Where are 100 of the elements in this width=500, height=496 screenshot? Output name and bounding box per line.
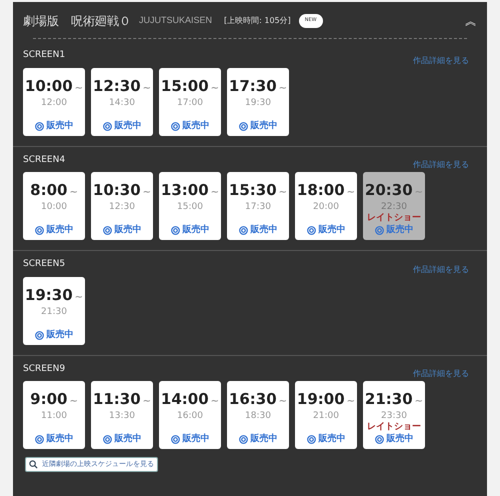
end-time: 18:30 — [245, 412, 271, 421]
tilde: ~ — [142, 397, 152, 407]
end-time: 21:00 — [313, 412, 339, 421]
status-label: 販売中 — [386, 435, 414, 444]
showtime-card[interactable]: 18:00~ 20:00 販売中 — [295, 172, 357, 240]
start-time: 13:00 — [160, 183, 209, 198]
start-time: 19:30 — [24, 288, 73, 302]
start-time: 14:00 — [160, 392, 209, 407]
tilde: ~ — [346, 397, 356, 407]
status-label: 販売中 — [250, 122, 278, 130]
end-time: 20:00 — [313, 203, 339, 212]
available-icon — [34, 226, 44, 235]
runtime: [上映時間: 105分] — [224, 15, 291, 27]
showtime-card[interactable]: 16:30~ 18:30 販売中 — [227, 381, 289, 449]
start-time: 17:30 — [228, 78, 277, 94]
end-time: 12:00 — [41, 98, 67, 108]
start-time: 12:30 — [92, 78, 141, 94]
start-time: 19:00 — [296, 392, 345, 407]
showtime-card[interactable]: 11:30~ 13:30 販売中 — [91, 381, 153, 449]
available-icon — [170, 435, 180, 444]
end-time: 14:30 — [109, 98, 135, 108]
status-label: 販売中 — [318, 226, 346, 235]
available-icon — [170, 122, 180, 130]
tilde: ~ — [74, 84, 84, 94]
available-icon — [238, 226, 248, 235]
status-label: 販売中 — [46, 226, 74, 235]
start-time: 16:30 — [228, 392, 277, 407]
end-time: 17:30 — [245, 203, 271, 212]
late-show-label: レイトショー — [367, 423, 421, 432]
start-time: 15:00 — [160, 78, 209, 94]
status-label: 販売中 — [182, 435, 210, 444]
available-icon — [34, 122, 44, 130]
showtime-card[interactable]: 8:00~ 10:00 販売中 — [23, 172, 85, 240]
end-time: 13:30 — [109, 412, 135, 421]
available-icon — [374, 435, 384, 444]
collapse-button[interactable]: ︽ — [465, 15, 477, 27]
start-time: 9:00 — [30, 392, 68, 407]
movie-title: 劇場版 呪術廻戦０ — [23, 13, 131, 30]
showtime-card[interactable]: 9:00~ 11:00 販売中 — [23, 381, 85, 449]
status-label: 販売中 — [182, 226, 210, 235]
tilde: ~ — [278, 188, 288, 198]
status-label: 販売中 — [386, 226, 414, 235]
end-time: 15:00 — [177, 203, 203, 212]
tilde: ~ — [142, 84, 152, 94]
available-icon — [306, 435, 316, 444]
start-time: 10:30 — [92, 183, 141, 198]
available-icon — [306, 226, 316, 235]
showtime-card[interactable]: 21:30~ 23:30 レイトショー 販売中 — [363, 381, 425, 449]
end-time: 17:00 — [177, 98, 203, 108]
screen-name: SCREEN5 — [23, 258, 66, 271]
start-time: 15:30 — [228, 183, 277, 198]
showtime-card[interactable]: 17:30~ 19:30 販売中 — [227, 68, 289, 136]
available-icon — [34, 435, 44, 444]
available-icon — [102, 122, 112, 130]
tilde: ~ — [210, 397, 220, 407]
screen-name: SCREEN1 — [23, 49, 66, 62]
showtime-card[interactable]: 20:30~ 22:30 レイトショー 販売中 — [363, 172, 425, 240]
search-icon — [29, 460, 38, 469]
tilde: ~ — [414, 188, 424, 198]
available-icon — [102, 435, 112, 444]
end-time: 22:30 — [381, 203, 407, 212]
late-show-label: レイトショー — [367, 214, 421, 223]
start-time: 21:30 — [364, 392, 413, 407]
available-icon — [374, 226, 384, 235]
status-label: 販売中 — [318, 435, 346, 444]
tilde: ~ — [74, 292, 84, 302]
status-label: 販売中 — [114, 226, 142, 235]
start-time: 20:30 — [364, 183, 413, 198]
start-time: 10:00 — [24, 78, 73, 94]
status-label: 販売中 — [46, 122, 74, 130]
tilde: ~ — [414, 397, 424, 407]
showtime-card[interactable]: 19:30~ 21:30 販売中 — [23, 276, 85, 344]
showtime-card[interactable]: 12:30~ 14:30 販売中 — [91, 68, 153, 136]
start-time: 18:00 — [296, 183, 345, 198]
screen-name: SCREEN9 — [23, 362, 66, 376]
tilde: ~ — [346, 188, 356, 198]
showtime-card[interactable]: 15:00~ 17:00 販売中 — [159, 68, 221, 136]
tilde: ~ — [278, 84, 288, 94]
end-time: 16:00 — [177, 412, 203, 421]
tilde: ~ — [142, 188, 152, 198]
showtime-card[interactable]: 19:00~ 21:00 販売中 — [295, 381, 357, 449]
showtime-card[interactable]: 10:30~ 12:30 販売中 — [91, 172, 153, 240]
end-time: 11:00 — [41, 412, 67, 421]
available-icon — [238, 435, 248, 444]
showtime-card[interactable]: 13:00~ 15:00 販売中 — [159, 172, 221, 240]
tilde: ~ — [210, 84, 220, 94]
end-time: 10:00 — [41, 203, 67, 212]
start-time: 11:30 — [92, 392, 141, 407]
end-time: 12:30 — [109, 203, 135, 212]
status-label: 販売中 — [182, 122, 210, 130]
available-icon — [238, 122, 248, 130]
status-label: 販売中 — [114, 122, 142, 130]
showtime-card[interactable]: 10:00~ 12:00 販売中 — [23, 68, 85, 136]
movie-subtitle: JUJUTSUKAISEN — [139, 14, 212, 28]
tilde: ~ — [69, 188, 78, 198]
start-time: 8:00 — [30, 183, 68, 198]
showtime-card[interactable]: 15:30~ 17:30 販売中 — [227, 172, 289, 240]
status-label: 販売中 — [250, 435, 278, 444]
end-time: 21:30 — [41, 308, 67, 316]
showtime-card[interactable]: 14:00~ 16:00 販売中 — [159, 381, 221, 449]
